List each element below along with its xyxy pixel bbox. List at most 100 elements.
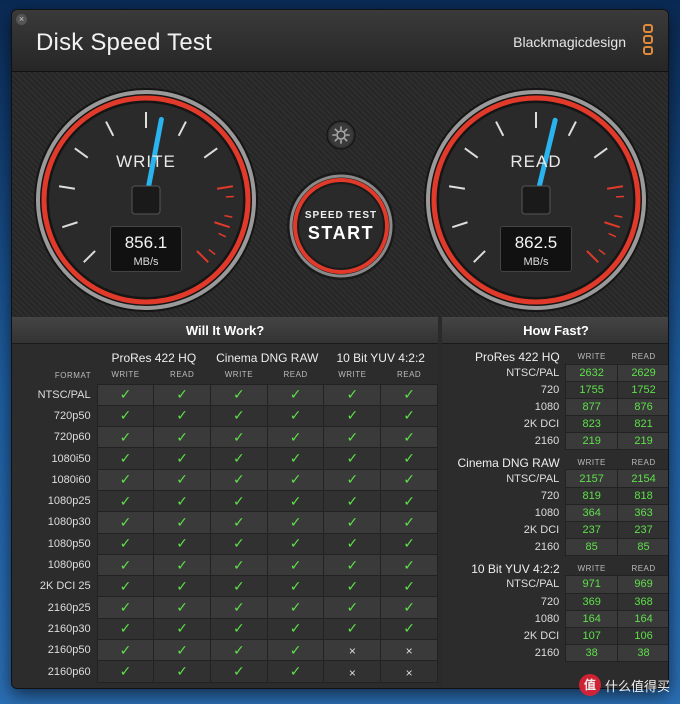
compatibility-cell: ✓: [323, 383, 382, 406]
how-fast-table: ProRes 422 HQ WRITE READ NTSC/PAL 2632 2629 72…: [442, 344, 668, 663]
read-fps-value: 38: [617, 644, 668, 663]
read-speed-unit: MB/s: [523, 256, 549, 268]
resolution-label: 2160: [534, 647, 560, 660]
codec-name: ProRes 422 HQ: [475, 350, 560, 364]
compatibility-cell: ✓: [153, 489, 212, 513]
read-fps-value: 368: [617, 592, 668, 611]
check-icon: ✓: [346, 386, 359, 403]
check-icon: ✓: [176, 492, 189, 509]
compatibility-cell: ✓: [96, 660, 155, 683]
table-row: 720 819 818: [442, 486, 668, 505]
check-icon: ✓: [289, 513, 302, 530]
format-name: 1080p50: [47, 537, 91, 550]
write-fps-value: 2157: [565, 469, 619, 488]
read-column-header: READ: [631, 352, 656, 362]
start-button[interactable]: SPEED TEST START: [286, 171, 396, 281]
compatibility-cell: ✓: [380, 404, 438, 428]
read-column-header: READ: [396, 370, 422, 380]
watermark-logo: 值: [578, 674, 601, 696]
write-fps-value: 971: [565, 575, 619, 594]
check-icon: ✓: [403, 599, 415, 616]
compatibility-cell: ✓: [266, 553, 325, 577]
format-name: 1080i60: [51, 473, 91, 486]
compatibility-cell: ✓: [323, 447, 382, 470]
read-column-header: READ: [170, 370, 195, 380]
check-icon: ✓: [176, 599, 189, 616]
read-column-header: READ: [283, 370, 308, 380]
write-column-header: WRITE: [111, 370, 140, 380]
read-fps-value: 821: [617, 415, 668, 434]
format-name: 720p60: [53, 431, 91, 444]
check-icon: ✓: [176, 513, 189, 530]
watermark-text: 什么值得买: [604, 678, 670, 694]
check-icon: ✓: [119, 556, 132, 573]
resolution-label: 1080: [534, 506, 560, 519]
check-icon: ✓: [233, 450, 245, 467]
settings-button[interactable]: [326, 120, 356, 150]
app-window: × Disk Speed Test Blackmagicdesign WRITE…: [11, 9, 669, 689]
table-row: 1080 164 164: [442, 609, 668, 628]
check-icon: ✓: [176, 556, 189, 573]
write-fps-value: 2632: [565, 363, 619, 382]
compatibility-cell: ✓: [380, 426, 438, 449]
table-row: 720 369 368: [442, 592, 668, 611]
write-readout: 856.1 MB/s: [110, 226, 182, 272]
resolution-label: 2160: [534, 541, 560, 554]
check-icon: ✓: [289, 386, 302, 403]
read-fps-value: 363: [617, 503, 668, 523]
table-row: 2160 85 85: [442, 538, 668, 557]
check-icon: ✓: [403, 556, 415, 573]
read-column-header: READ: [631, 564, 656, 574]
close-button[interactable]: ×: [16, 14, 27, 25]
read-fps-value: 1752: [617, 380, 668, 399]
format-name: 1080p30: [47, 516, 91, 529]
compatibility-cell: ✓: [323, 468, 382, 491]
check-icon: ✓: [346, 620, 359, 637]
format-name: 2K DCI 25: [39, 580, 91, 593]
compatibility-cell: ✓: [266, 511, 325, 534]
codec-name: 10 Bit YUV 4:2:2: [471, 561, 560, 576]
check-icon: ✓: [346, 492, 359, 509]
compatibility-cell: ✓: [266, 639, 325, 662]
compatibility-cell: ✓: [266, 596, 325, 619]
compatibility-cell: ✓: [323, 596, 382, 619]
read-fps-value: 219: [617, 432, 668, 451]
write-fps-value: 38: [565, 644, 619, 663]
check-icon: ✓: [233, 513, 245, 530]
write-column-header: WRITE: [224, 370, 254, 380]
table-row: 2160 38 38: [442, 644, 668, 663]
compatibility-cell: ✓: [323, 553, 382, 577]
compatibility-cell: ✓: [266, 575, 325, 598]
compatibility-cell: ✓: [153, 575, 212, 598]
table-row: 1080 877 876: [442, 397, 668, 417]
compatibility-cell: ✓: [380, 447, 438, 470]
check-icon: ✓: [346, 428, 359, 445]
check-icon: ✓: [403, 492, 415, 509]
check-icon: ✓: [233, 641, 245, 658]
check-icon: ✓: [346, 513, 359, 530]
compatibility-cell: ✓: [153, 447, 212, 470]
check-icon: ✓: [403, 450, 415, 467]
compatibility-cell: ✓: [323, 617, 382, 641]
brand-logo: [643, 24, 655, 58]
start-button-caption: SPEED TEST: [304, 210, 378, 221]
check-icon: ✓: [233, 407, 245, 424]
compatibility-cell: ✓: [266, 617, 325, 641]
compatibility-cell: ×: [323, 639, 382, 662]
check-icon: ✓: [289, 663, 302, 679]
compatibility-cell: ✓: [153, 532, 212, 555]
check-icon: ✓: [119, 492, 132, 509]
compatibility-cell: ✓: [210, 617, 268, 641]
table-row: 2160p25 ✓ ✓ ✓ ✓ ✓ ✓: [12, 596, 438, 619]
resolution-label: 2160: [534, 435, 560, 448]
compatibility-cell: ×: [380, 660, 438, 683]
check-icon: ✓: [119, 407, 132, 424]
write-fps-value: 823: [565, 415, 619, 434]
compatibility-cell: ✓: [210, 468, 268, 491]
table-row: 1080 364 363: [442, 503, 668, 523]
format-name: 1080p25: [47, 495, 91, 508]
compatibility-cell: ✓: [210, 447, 268, 470]
check-icon: ✓: [346, 577, 359, 594]
codec-group-header: ProRes 422 HQ WRITE READ: [442, 344, 668, 364]
check-icon: ✓: [119, 471, 132, 488]
